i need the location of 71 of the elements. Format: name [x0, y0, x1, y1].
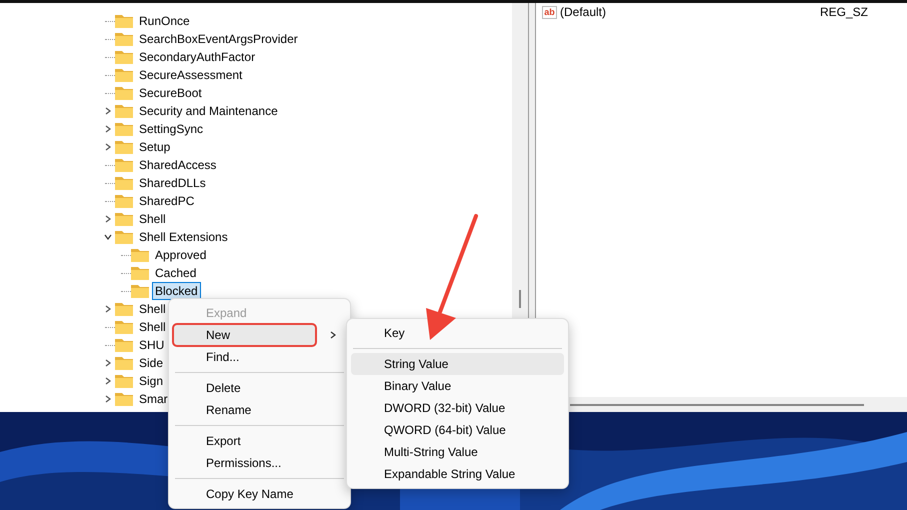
tree-item[interactable]: Shell — [136, 300, 169, 318]
folder-icon — [115, 374, 133, 388]
menu-item[interactable]: Delete — [173, 377, 346, 399]
tree-item[interactable]: SecureBoot — [136, 84, 205, 102]
folder-icon — [115, 392, 133, 406]
expand-chevron-icon[interactable] — [104, 107, 112, 115]
tree-item[interactable]: SHU — [136, 336, 168, 354]
folder-icon — [115, 50, 133, 64]
folder-icon — [115, 32, 133, 46]
value-name[interactable]: (Default) — [560, 5, 820, 19]
tree-item[interactable]: Shell Extensions — [136, 228, 231, 246]
folder-icon — [115, 104, 133, 118]
tree-item[interactable]: Sign — [136, 372, 166, 390]
expand-chevron-icon[interactable] — [104, 359, 112, 367]
expand-chevron-icon[interactable] — [104, 143, 112, 151]
expand-chevron-icon[interactable] — [104, 305, 112, 313]
value-type: REG_SZ — [820, 5, 868, 19]
tree-item[interactable]: Shell — [136, 318, 169, 336]
tree-item[interactable]: Side — [136, 354, 166, 372]
tree-item[interactable]: Cached — [152, 264, 200, 282]
menu-item[interactable]: Find... — [173, 346, 346, 368]
expand-chevron-icon[interactable] — [104, 377, 112, 385]
string-value-icon: ab — [542, 6, 557, 18]
folder-icon — [115, 140, 133, 154]
folder-icon — [115, 194, 133, 208]
tree-item[interactable]: SharedAccess — [136, 156, 220, 174]
folder-icon — [115, 302, 133, 316]
tree-item[interactable]: SettingSync — [136, 120, 206, 138]
folder-icon — [131, 266, 149, 280]
menu-item[interactable]: DWORD (32-bit) Value — [351, 397, 564, 419]
tree-item[interactable]: SecureAssessment — [136, 66, 246, 84]
folder-icon — [115, 212, 133, 226]
collapse-chevron-icon[interactable] — [104, 233, 112, 241]
menu-item[interactable]: Export — [173, 430, 346, 452]
menu-item[interactable]: QWORD (64-bit) Value — [351, 419, 564, 441]
menu-item[interactable]: String Value — [351, 353, 564, 375]
folder-icon — [115, 14, 133, 28]
menu-item[interactable]: Rename — [173, 399, 346, 421]
folder-icon — [131, 248, 149, 262]
menu-item[interactable]: Key — [351, 322, 564, 344]
folder-icon — [115, 86, 133, 100]
folder-icon — [115, 176, 133, 190]
submenu-chevron-icon — [330, 331, 336, 339]
tree-item[interactable]: Smar — [136, 390, 171, 408]
tree-item[interactable]: SharedDLLs — [136, 174, 209, 192]
folder-icon — [115, 338, 133, 352]
menu-item[interactable]: Multi-String Value — [351, 441, 564, 463]
tree-item[interactable]: Blocked — [152, 282, 201, 300]
scrollbar-thumb[interactable] — [519, 290, 521, 308]
expand-chevron-icon[interactable] — [104, 125, 112, 133]
menu-item[interactable]: Expandable String Value — [351, 463, 564, 485]
folder-icon — [115, 356, 133, 370]
tree-item[interactable]: SecondaryAuthFactor — [136, 48, 258, 66]
folder-icon — [115, 230, 133, 244]
folder-icon — [115, 320, 133, 334]
folder-icon — [131, 284, 149, 298]
tree-item[interactable]: SharedPC — [136, 192, 198, 210]
tree-item[interactable]: SearchBoxEventArgsProvider — [136, 30, 301, 48]
menu-item[interactable]: Permissions... — [173, 452, 346, 474]
tree-item[interactable]: RunOnce — [136, 12, 193, 30]
folder-icon — [115, 158, 133, 172]
tree-item[interactable]: Shell — [136, 210, 169, 228]
folder-icon — [115, 122, 133, 136]
expand-chevron-icon[interactable] — [104, 215, 112, 223]
menu-item[interactable]: Binary Value — [351, 375, 564, 397]
tree-item[interactable]: Approved — [152, 246, 210, 264]
scrollbar-thumb[interactable] — [570, 404, 864, 406]
tree-item[interactable]: Security and Maintenance — [136, 102, 281, 120]
folder-icon — [115, 68, 133, 82]
tree-item[interactable]: Setup — [136, 138, 174, 156]
expand-chevron-icon[interactable] — [104, 395, 112, 403]
